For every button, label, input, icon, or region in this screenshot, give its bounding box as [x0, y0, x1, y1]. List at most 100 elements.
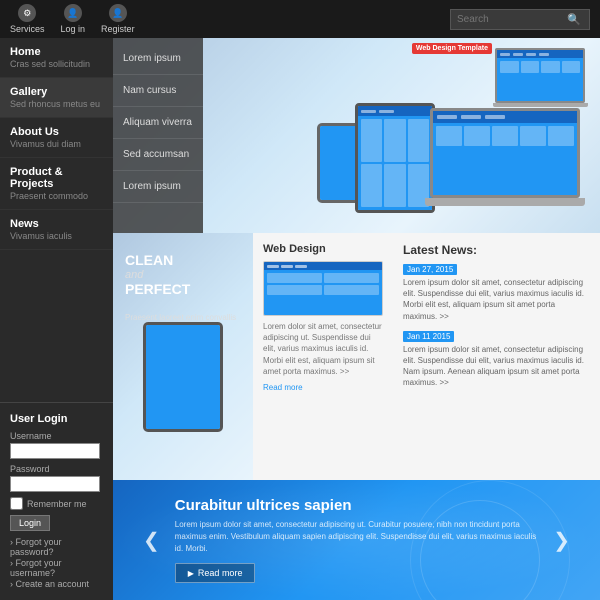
hand-tablet-device [143, 322, 223, 432]
search-input[interactable] [457, 14, 567, 25]
bottom-banner: ❮ Curabitur ultrices sapien Lorem ipsum … [113, 480, 600, 600]
home-sub: Cras sed sollicitudin [10, 59, 103, 69]
laptop-card [464, 126, 490, 146]
laptop-screen [430, 108, 580, 198]
about-title: About Us [10, 126, 103, 138]
search-icon[interactable]: 🔍 [567, 13, 581, 26]
sidebar-item-gallery[interactable]: Gallery Sed rhoncus metus eu [0, 78, 113, 118]
web-preview-dot [295, 265, 307, 268]
submenu-item-4[interactable]: Lorem ipsum [113, 171, 203, 203]
services-nav[interactable]: ⚙ Services [10, 4, 45, 34]
news-item-1: Jan 11 2015 Lorem ipsum dolor sit amet, … [403, 330, 590, 389]
login-nav[interactable]: 👤 Log in [61, 4, 86, 34]
clean-line1: CLEAN [125, 251, 190, 269]
password-input[interactable] [10, 476, 100, 492]
banner-arrow-left[interactable]: ❮ [143, 528, 160, 553]
about-sub: Vivamus dui diam [10, 139, 103, 149]
remember-label: Remember me [27, 499, 87, 509]
sidebar-item-about[interactable]: About Us Vivamus dui diam [0, 118, 113, 158]
username-input[interactable] [10, 443, 100, 459]
small-card [521, 61, 540, 73]
services-icon: ⚙ [18, 4, 36, 22]
remember-row: Remember me [10, 497, 103, 510]
home-title: Home [10, 46, 103, 58]
services-label: Services [10, 24, 45, 34]
news-text-1: Lorem ipsum dolor sit amet, consectetur … [403, 344, 590, 389]
laptop-base [425, 198, 585, 206]
sidebar: Home Cras sed sollicitudin Gallery Sed r… [0, 38, 113, 600]
submenu-item-2[interactable]: Aliquam viverra [113, 107, 203, 139]
news-date-1: Jan 11 2015 [403, 331, 454, 342]
remember-checkbox[interactable] [10, 497, 23, 510]
sidebar-item-news[interactable]: News Vivamus iaculis [0, 210, 113, 250]
gallery-submenu: Lorem ipsum Nam cursus Aliquam viverra S… [113, 38, 203, 233]
news-text-0: Lorem ipsum dolor sit amet, consectetur … [403, 277, 590, 322]
clean-line3: PERFECT [125, 281, 190, 297]
products-sub: Praesent commodo [10, 191, 103, 201]
clean-text: CLEAN and PERFECT [125, 251, 190, 297]
submenu-item-0[interactable]: Lorem ipsum [113, 43, 203, 75]
tablet-nav-dot [379, 110, 394, 113]
tablet-hand-section: CLEAN and PERFECT Praesent laoreet enim … [113, 233, 253, 480]
register-nav[interactable]: 👤 Register [101, 4, 135, 34]
gallery-title: Gallery [10, 86, 103, 98]
device-laptop [420, 108, 590, 223]
username-label: Username [10, 431, 103, 441]
sidebar-item-home[interactable]: Home Cras sed sollicitudin [0, 38, 113, 78]
small-nav-dot [500, 53, 510, 56]
sidebar-nav: Home Cras sed sollicitudin Gallery Sed r… [0, 38, 113, 402]
main-layout: Home Cras sed sollicitudin Gallery Sed r… [0, 38, 600, 600]
hand-tablet-screen [146, 325, 220, 429]
password-label: Password [10, 464, 103, 474]
submenu-item-1[interactable]: Nam cursus [113, 75, 203, 107]
tablet-card [384, 119, 405, 162]
user-login: User Login Username Password Remember me… [0, 402, 113, 600]
web-preview-dot [267, 265, 279, 268]
forgot-password-link[interactable]: Forgot your password? [10, 537, 103, 557]
device-small-laptop [490, 48, 590, 113]
device-badge: Web Design Template [412, 43, 492, 54]
small-card [541, 61, 560, 73]
news-title: News [10, 218, 103, 230]
small-laptop-screen [495, 48, 585, 103]
search-area: 🔍 [450, 9, 590, 30]
login-label: Log in [61, 24, 86, 34]
news-sub: Vivamus iaculis [10, 231, 103, 241]
small-nav-dot [513, 53, 523, 56]
banner-read-more-button[interactable]: Read more [175, 563, 256, 583]
create-account-link[interactable]: Create an account [10, 579, 103, 589]
read-more-link[interactable]: Read more [263, 383, 303, 392]
web-preview-dot [281, 265, 293, 268]
web-design-text: Lorem dolor sit amet, consectetur adipis… [263, 321, 383, 377]
hero-section: Lorem ipsum Nam cursus Aliquam viverra S… [113, 38, 600, 233]
products-title: Product & Projects [10, 166, 103, 190]
laptop-card [520, 126, 546, 146]
banner-content: Curabitur ultrices sapien Lorem ipsum do… [160, 497, 553, 583]
web-preview-card [324, 285, 379, 295]
laptop-card [436, 126, 462, 146]
laptop-nav-dot [437, 115, 457, 119]
forgot-username-link[interactable]: Forgot your username? [10, 558, 103, 578]
sidebar-item-products[interactable]: Product & Projects Praesent commodo [0, 158, 113, 210]
banner-arrow-right[interactable]: ❯ [553, 528, 570, 553]
tablet-card [361, 119, 382, 162]
clean-sub: Praesent laoreet enim convallis [125, 313, 236, 322]
web-preview-card [267, 273, 322, 283]
small-card [562, 61, 581, 73]
login-title: User Login [10, 413, 103, 425]
register-label: Register [101, 24, 135, 34]
banner-text: Lorem ipsum dolor sit amet, consectetur … [175, 519, 538, 555]
web-design-preview [263, 261, 383, 316]
small-nav-dot [539, 53, 549, 56]
small-nav-dot [526, 53, 536, 56]
small-laptop-base [493, 103, 588, 107]
submenu-item-3[interactable]: Sed accumsan [113, 139, 203, 171]
small-card [500, 61, 519, 73]
login-icon: 👤 [64, 4, 82, 22]
content-area: Lorem ipsum Nam cursus Aliquam viverra S… [113, 38, 600, 600]
laptop-nav-dot [461, 115, 481, 119]
gallery-sub: Sed rhoncus metus eu [10, 99, 103, 109]
news-item-0: Jan 27, 2015 Lorem ipsum dolor sit amet,… [403, 263, 590, 322]
login-button[interactable]: Login [10, 515, 50, 531]
latest-news-section: Latest News: Jan 27, 2015 Lorem ipsum do… [393, 233, 600, 480]
